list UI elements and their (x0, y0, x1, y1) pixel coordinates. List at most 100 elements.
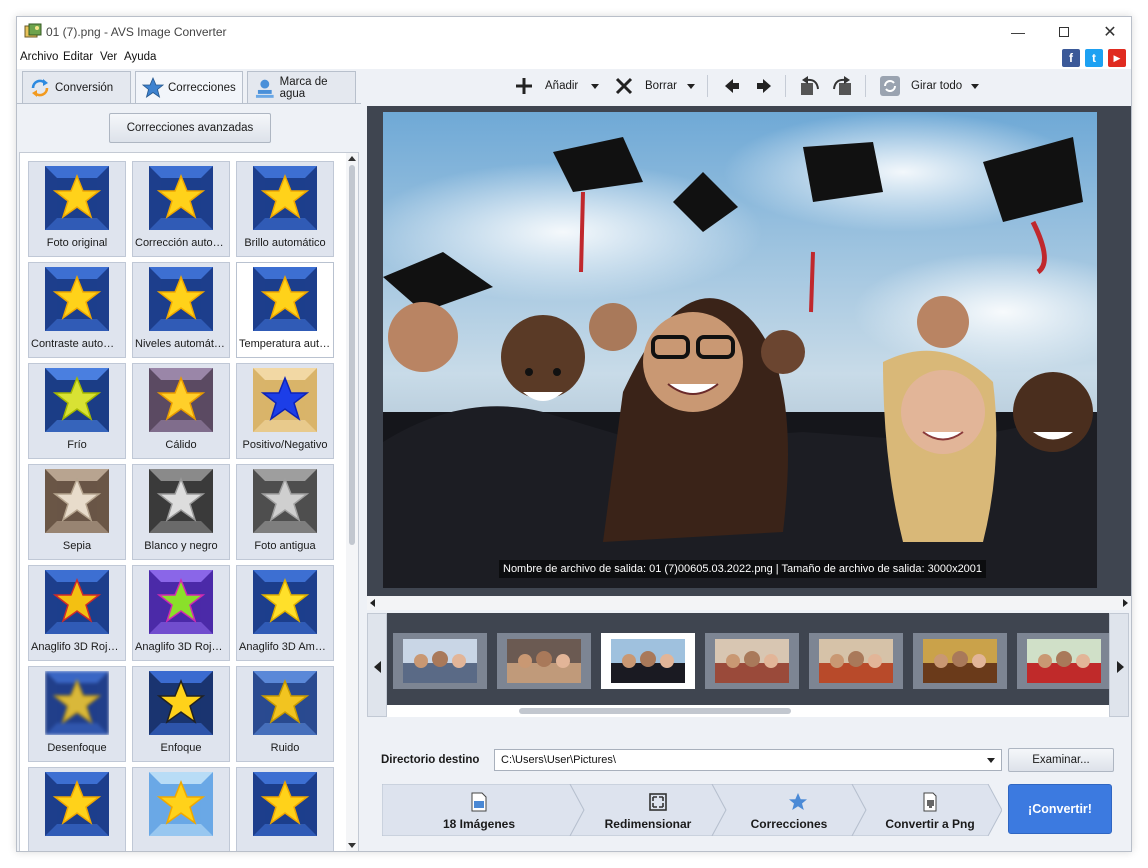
effect-thumbnail (149, 469, 213, 533)
effect-item[interactable] (28, 767, 126, 851)
effect-label: Enfoque (160, 742, 202, 754)
effect-item[interactable]: Foto original (28, 161, 126, 257)
effect-label: Niveles automáticos (135, 338, 227, 350)
minimize-button[interactable]: — (995, 17, 1041, 47)
rotate-left-button[interactable] (799, 69, 821, 103)
effect-thumbnail (45, 671, 109, 735)
effect-item[interactable]: Anaglifo 3D Amarillo-Azul (236, 565, 334, 661)
effect-item[interactable]: Temperatura automática (236, 262, 334, 358)
step-label: Redimensionar (604, 817, 692, 831)
rotate-all-label: Girar todo (911, 80, 963, 92)
minimize-icon: — (1011, 24, 1025, 40)
scroll-up-icon[interactable] (348, 156, 356, 161)
effect-thumbnail (45, 368, 109, 432)
twitter-icon[interactable]: t (1085, 49, 1103, 67)
effect-item[interactable]: Anaglifo 3D Rojo-Verde (28, 565, 126, 661)
effect-item[interactable]: Brillo automático (236, 161, 334, 257)
filmstrip-thumbnail[interactable] (1017, 633, 1109, 689)
step-convert-format[interactable]: Convertir a Png (858, 784, 1002, 836)
delete-dropdown-button[interactable] (687, 69, 695, 103)
scroll-thumb[interactable] (349, 165, 355, 545)
scroll-left-icon[interactable] (370, 599, 375, 607)
delete-label: Borrar (645, 80, 677, 92)
rotate-all-button[interactable]: Girar todo (879, 69, 980, 103)
scroll-down-icon[interactable] (348, 843, 356, 848)
filmstrip-scroll-thumb[interactable] (519, 708, 791, 714)
effect-label: Temperatura automática (239, 338, 331, 350)
filmstrip-thumbnail[interactable] (497, 633, 591, 689)
next-button[interactable] (755, 69, 773, 103)
delete-button[interactable]: Borrar (615, 69, 677, 103)
convert-button[interactable]: ¡Convertir! (1008, 784, 1112, 834)
effect-thumbnail (149, 570, 213, 634)
rotate-right-button[interactable] (831, 69, 853, 103)
advanced-corrections-button[interactable]: Correcciones avanzadas (109, 113, 271, 143)
filmstrip-thumbnail[interactable] (913, 633, 1007, 689)
effect-thumbnail (253, 570, 317, 634)
chevron-down-icon[interactable] (987, 758, 995, 763)
filmstrip-scrollbar[interactable] (387, 705, 1109, 717)
arrow-right-icon (757, 79, 771, 93)
chevron-down-icon (971, 83, 980, 89)
star-icon (142, 77, 164, 98)
step-images[interactable]: 18 Imágenes (382, 784, 576, 836)
effect-item[interactable] (132, 767, 230, 851)
scroll-right-icon[interactable] (1123, 599, 1128, 607)
step-label: Convertir a Png (885, 817, 975, 831)
title-bar: 01 (7).png - AVS Image Converter — ✕ (17, 17, 1131, 47)
x-icon (615, 77, 633, 95)
filmstrip-thumbnail[interactable] (705, 633, 799, 689)
effect-thumbnail (45, 570, 109, 634)
filmstrip-next-button[interactable] (1109, 613, 1129, 717)
menu-ver[interactable]: Ver (100, 51, 117, 63)
effect-item[interactable]: Corrección automática (132, 161, 230, 257)
tab-marca-de-agua[interactable]: Marca de agua (247, 71, 356, 103)
maximize-icon (1059, 27, 1069, 37)
filmstrip-thumbnail[interactable] (809, 633, 903, 689)
menu-editar[interactable]: Editar (63, 51, 93, 63)
effects-scrollbar[interactable] (346, 153, 358, 851)
previous-button[interactable] (723, 69, 741, 103)
effect-item[interactable]: Blanco y negro (132, 464, 230, 560)
add-button[interactable]: Añadir (515, 69, 578, 103)
effect-item[interactable]: Foto antigua (236, 464, 334, 560)
image-file-icon (471, 792, 487, 812)
destination-input[interactable]: C:\Users\User\Pictures\ (494, 749, 1002, 771)
toolbar: Añadir Borrar Girar todo (365, 69, 1131, 105)
effect-item[interactable]: Cálido (132, 363, 230, 459)
effect-thumbnail (45, 267, 109, 331)
effect-item[interactable]: Desenfoque (28, 666, 126, 762)
youtube-icon[interactable]: ▶ (1108, 49, 1126, 67)
effect-item[interactable]: Contraste automático (28, 262, 126, 358)
maximize-button[interactable] (1041, 17, 1087, 47)
filmstrip-prev-button[interactable] (367, 613, 387, 717)
effect-label: Cálido (165, 439, 197, 451)
effect-label: Frío (67, 439, 87, 451)
facebook-icon[interactable]: f (1062, 49, 1080, 67)
step-resize[interactable]: Redimensionar (576, 784, 720, 836)
step-corrections[interactable]: Correcciones (720, 784, 858, 836)
effect-item[interactable]: Niveles automáticos (132, 262, 230, 358)
filmstrip-thumbnail[interactable] (393, 633, 487, 689)
effect-item[interactable]: Enfoque (132, 666, 230, 762)
effect-item[interactable]: Anaglifo 3D Rojo-Azul (132, 565, 230, 661)
preview-scrollbar[interactable] (367, 596, 1131, 610)
refresh-icon (31, 78, 49, 97)
menu-bar: Archivo Editar Ver Ayuda f t ▶ (17, 47, 1131, 69)
effect-item[interactable]: Ruido (236, 666, 334, 762)
effect-thumbnail (45, 772, 109, 836)
tab-conversion[interactable]: Conversión (22, 71, 131, 103)
effect-item[interactable] (236, 767, 334, 851)
filmstrip-thumbnails (387, 613, 1109, 705)
effect-item[interactable]: Frío (28, 363, 126, 459)
menu-archivo[interactable]: Archivo (20, 51, 58, 63)
browse-button[interactable]: Examinar... (1008, 748, 1114, 772)
effect-thumbnail (149, 267, 213, 331)
tab-correcciones[interactable]: Correcciones (135, 71, 243, 104)
filmstrip-thumbnail[interactable] (601, 633, 695, 689)
add-dropdown-button[interactable] (591, 69, 599, 103)
effect-item[interactable]: Sepia (28, 464, 126, 560)
menu-ayuda[interactable]: Ayuda (124, 51, 156, 63)
close-button[interactable]: ✕ (1087, 17, 1131, 47)
effect-item[interactable]: Positivo/Negativo (236, 363, 334, 459)
